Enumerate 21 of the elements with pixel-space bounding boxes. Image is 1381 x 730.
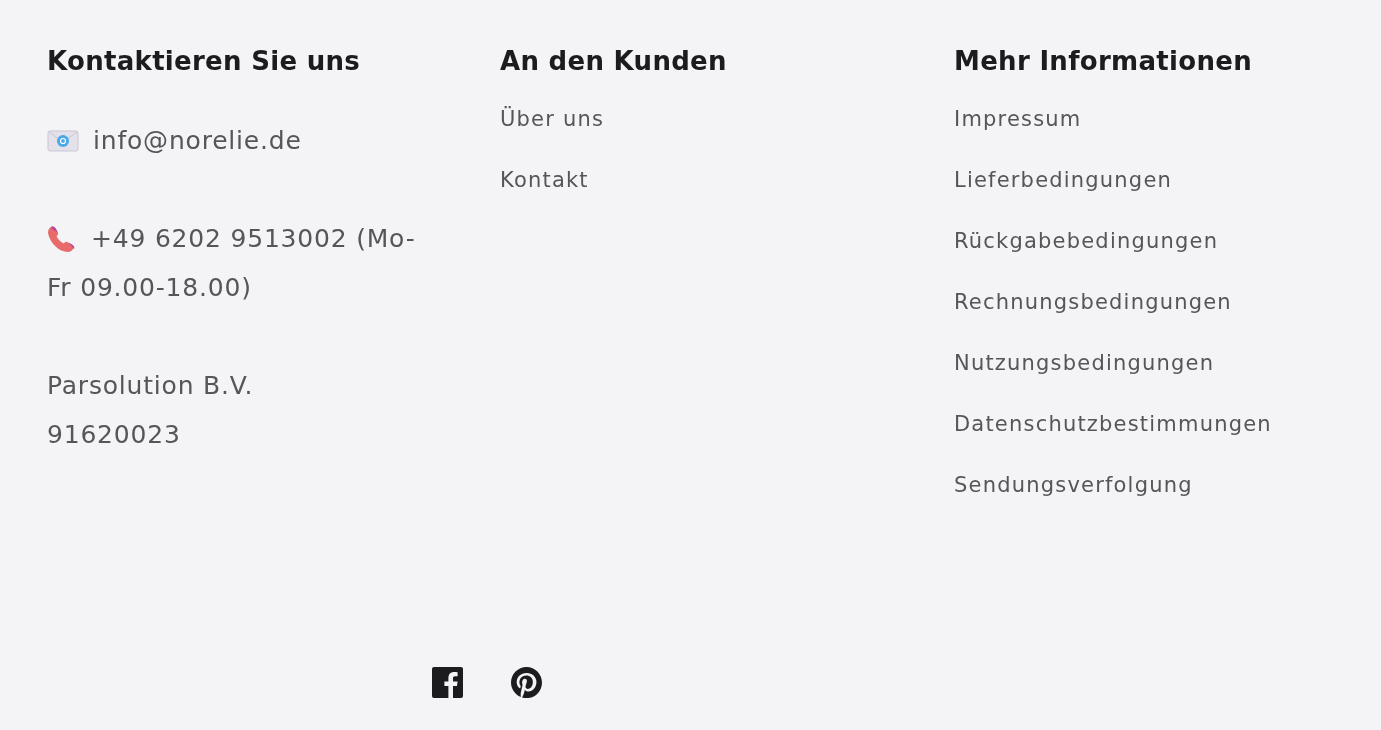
footer-link[interactable]: Über uns (500, 102, 605, 137)
pinterest-icon[interactable] (511, 667, 542, 698)
footer-link[interactable]: Sendungsverfolgung (954, 468, 1193, 503)
footer-link[interactable]: Rechnungsbedingungen (954, 285, 1232, 320)
column-heading: Kontaktieren Sie uns (47, 46, 362, 76)
email-link[interactable]: info@norelie.de (93, 116, 302, 165)
phone-number: +49 6202 9513002 (Mo- (91, 223, 416, 255)
column-heading: Mehr Informationen (954, 46, 1253, 76)
footer-link[interactable]: Datenschutzbestimmungen (954, 407, 1272, 442)
company-info: 91620023 (47, 419, 182, 451)
footer-link[interactable]: Lieferbedingungen (954, 163, 1173, 198)
footer-link[interactable]: Nutzungsbedingungen (954, 346, 1215, 381)
facebook-icon[interactable] (432, 667, 463, 698)
phone-icon (47, 224, 77, 253)
company-info: Parsolution B.V. (47, 370, 255, 402)
footer-link[interactable]: Impressum (954, 102, 1082, 137)
column-heading: An den Kunden (500, 46, 728, 76)
footer-link[interactable]: Kontakt (500, 163, 589, 198)
footer-link[interactable]: Rückgabebedingungen (954, 224, 1219, 259)
phone-hours: Fr 09.00-18.00) (47, 272, 253, 304)
envelope-icon (47, 129, 79, 152)
